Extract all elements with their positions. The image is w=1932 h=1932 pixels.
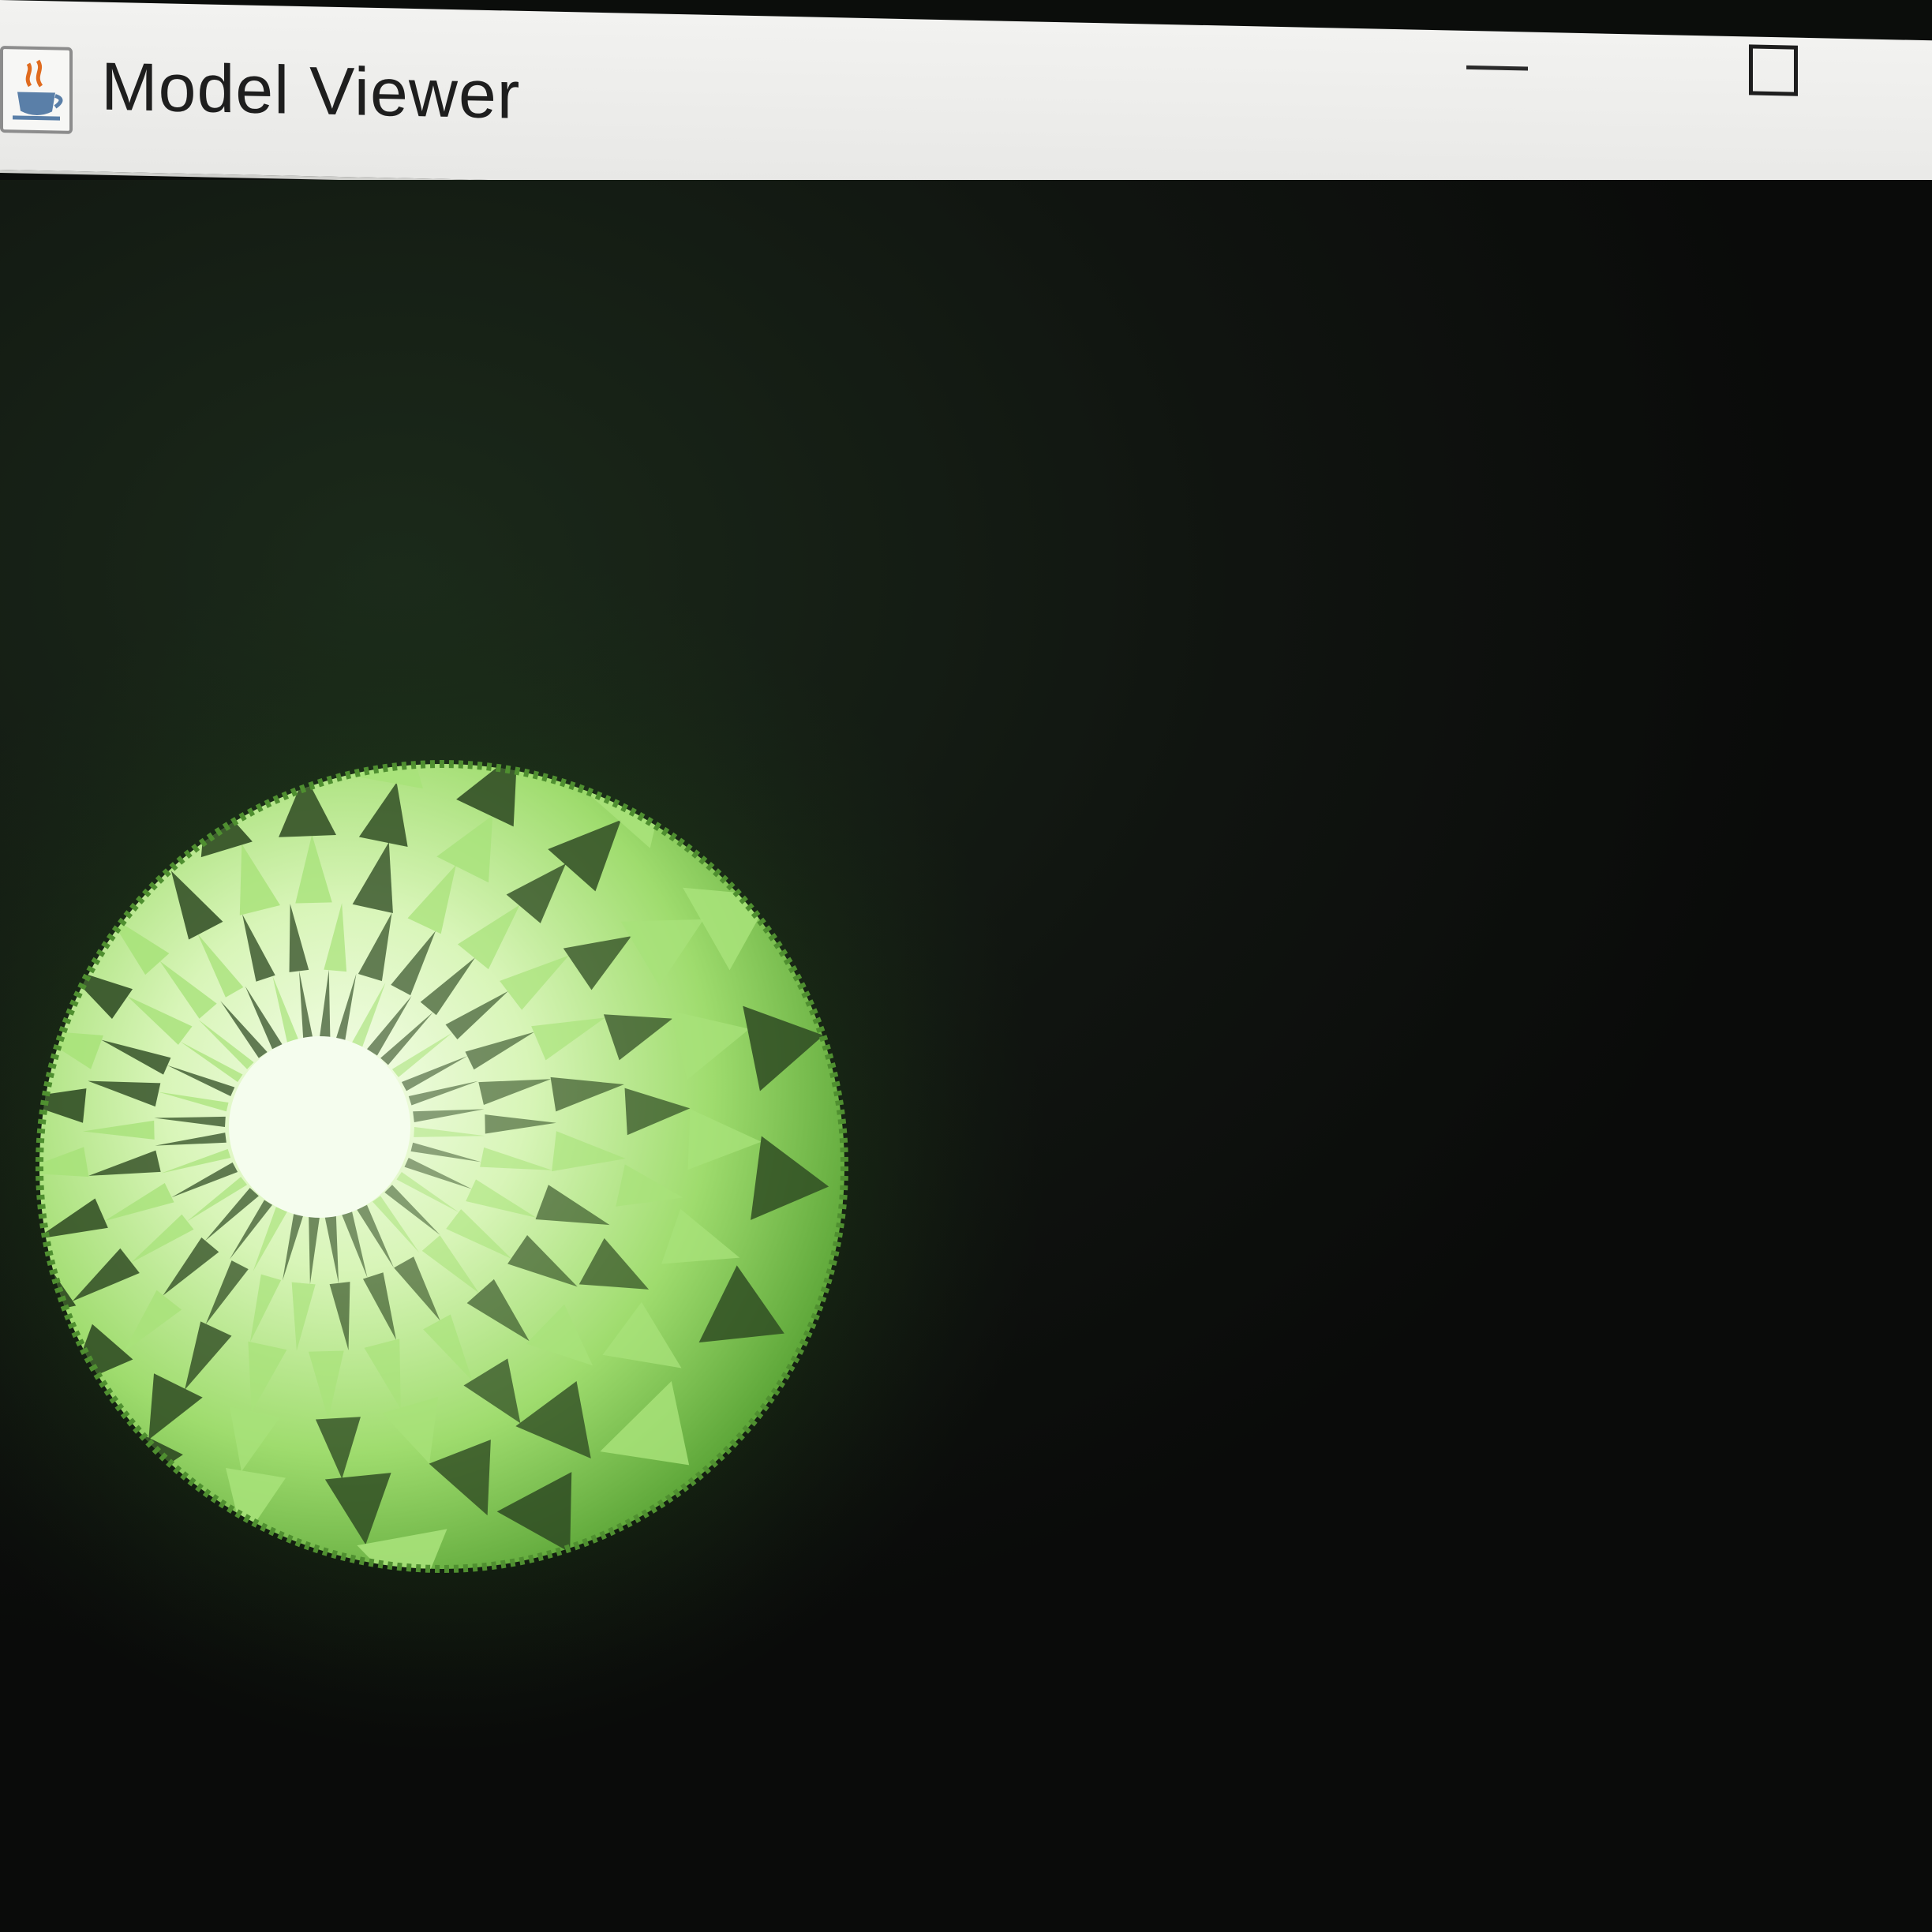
app-window: Model Viewer <box>0 0 1932 1932</box>
sphere-pole <box>229 1036 410 1218</box>
maximize-button[interactable] <box>1728 36 1831 125</box>
minimize-button[interactable] <box>1444 30 1547 119</box>
faceted-sphere-model[interactable] <box>0 180 1932 1932</box>
java-cup-icon[interactable] <box>0 46 73 134</box>
3d-viewport[interactable] <box>0 180 1932 1932</box>
window-title: Model Viewer <box>101 48 521 133</box>
